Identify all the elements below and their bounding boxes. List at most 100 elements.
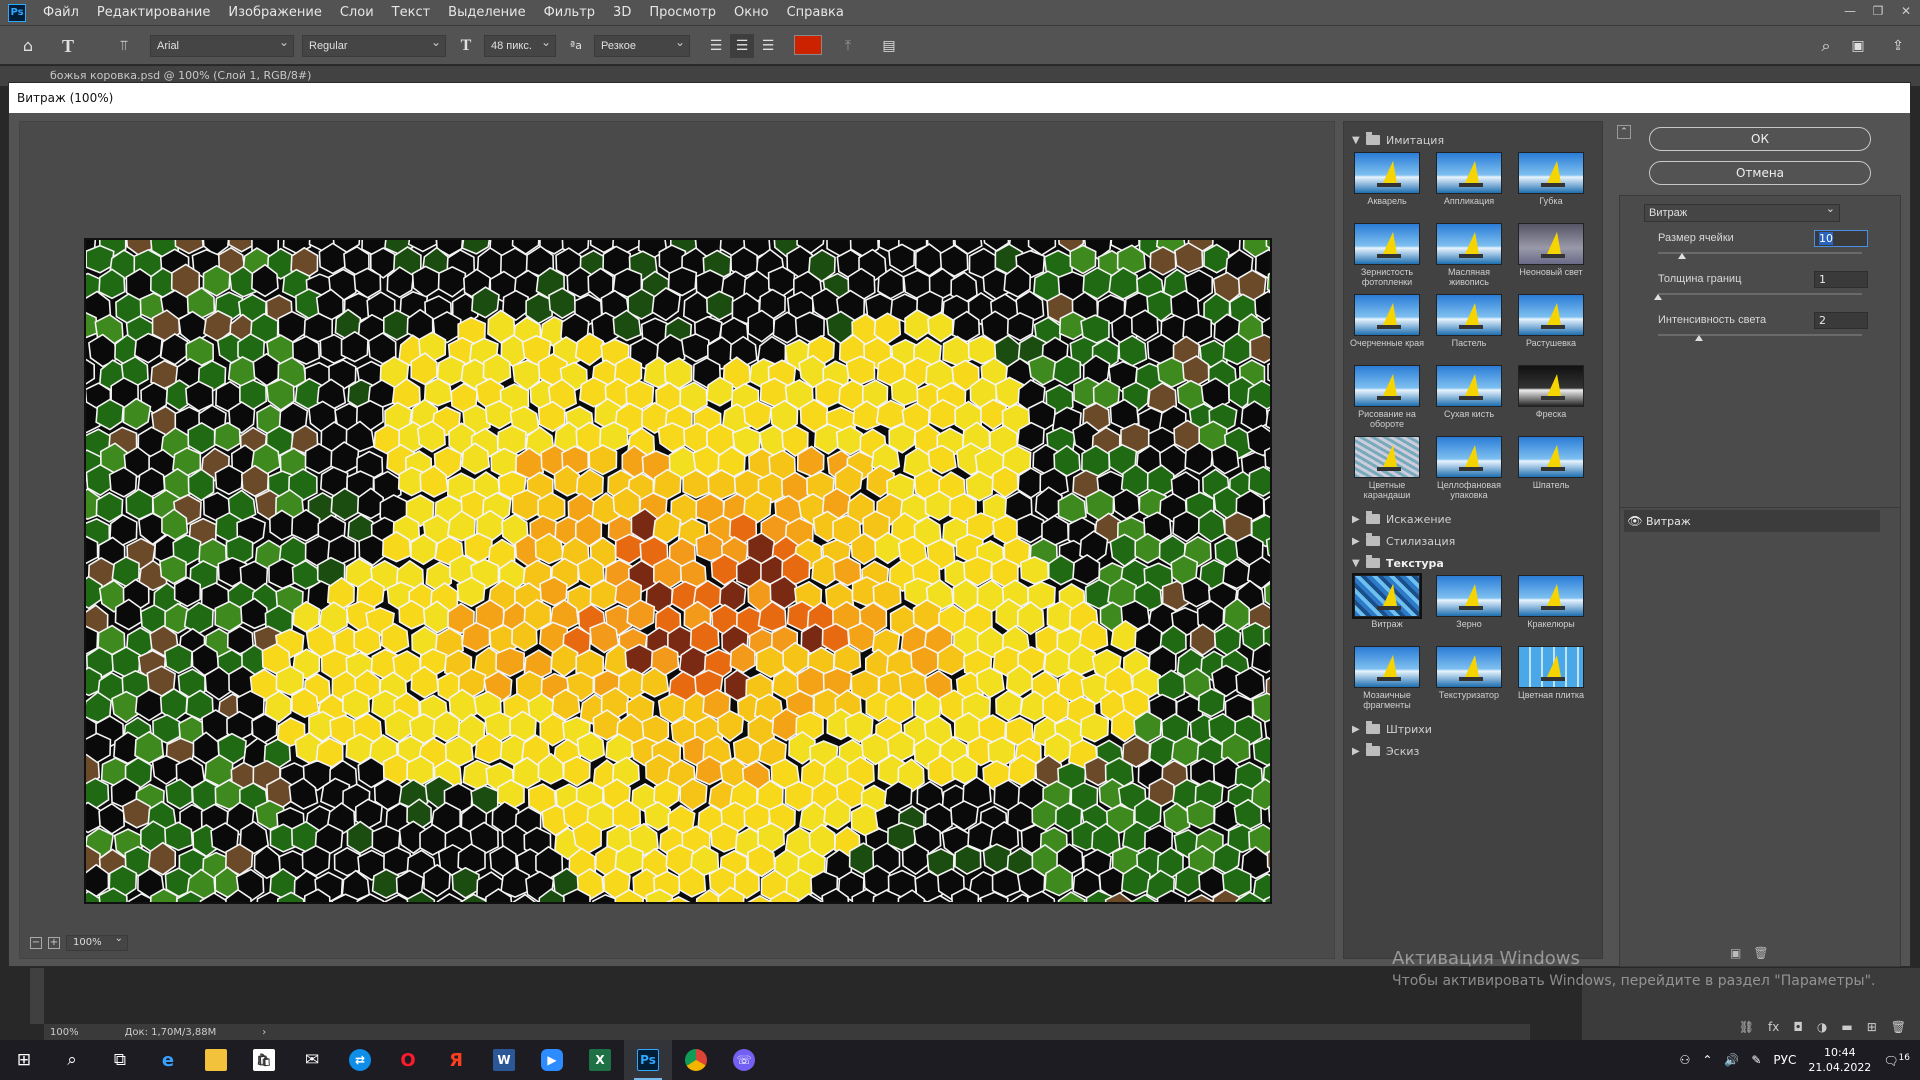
group-icon[interactable]: ▬ [1841,1020,1852,1034]
category-5[interactable]: ▶ Эскиз [1344,741,1594,761]
character-panel-icon[interactable]: ▤ [877,34,901,58]
text-color-swatch[interactable] [794,35,822,55]
restore-icon[interactable]: ❐ [1864,0,1892,25]
filter-thumb[interactable]: Мозаичные фрагменты [1346,646,1428,710]
filter-thumb[interactable]: Пастель [1428,294,1510,348]
excel-icon[interactable]: X [576,1040,624,1080]
menu-item-6[interactable]: Фильтр [535,0,604,25]
param-slider-knob[interactable] [1654,294,1662,300]
file-explorer-icon[interactable] [192,1040,240,1080]
workspace-icon[interactable]: ▣ [1846,34,1870,58]
document-tab[interactable]: божья коровка.psd @ 100% (Слой 1, RGB/8#… [50,69,311,82]
adjustment-icon[interactable]: ◑ [1817,1020,1827,1034]
filter-select[interactable]: Витраж [1644,201,1840,222]
filter-thumb[interactable]: Зернистость фотопленки [1346,223,1428,287]
param-value-input[interactable]: 10 [1814,230,1868,247]
trash-icon[interactable]: 🗑 [1891,1020,1906,1034]
share-icon[interactable]: ⇪ [1886,34,1910,58]
category-2[interactable]: ▶ Стилизация [1344,531,1594,551]
menu-item-4[interactable]: Текст [383,0,440,25]
triangle-right-icon[interactable]: ▶ [1352,514,1366,525]
param-slider-track[interactable] [1658,252,1862,254]
param-slider-knob[interactable] [1678,253,1687,259]
status-zoom[interactable]: 100% [50,1027,79,1038]
triangle-down-icon[interactable]: ▼ [1352,558,1366,569]
menu-item-0[interactable]: Файл [34,0,88,25]
mail-icon[interactable]: ✉ [288,1040,336,1080]
people-icon[interactable]: ⚇ [1680,1053,1691,1067]
font-style-select[interactable]: Regular [302,32,446,57]
filter-thumb[interactable]: Текстуризатор [1428,646,1510,700]
viber-icon[interactable]: ☏ [720,1040,768,1080]
menu-item-1[interactable]: Редактирование [88,0,219,25]
filter-thumb[interactable]: Неоновый свет [1510,223,1592,277]
language-indicator[interactable]: РУС [1773,1053,1796,1067]
menu-item-9[interactable]: Окно [725,0,778,25]
home-icon[interactable]: ⌂ [16,34,40,58]
filter-thumb[interactable]: Рисование на обороте [1346,365,1428,429]
font-size-select[interactable]: 48 пикс. [484,32,556,57]
category-3[interactable]: ▼ Текстура [1344,553,1594,573]
cancel-button[interactable]: Отмена [1649,161,1871,185]
zoom-app-icon[interactable]: ▶ [528,1040,576,1080]
filter-thumb[interactable]: Очерченные края [1346,294,1428,348]
minimize-icon[interactable]: — [1836,0,1864,25]
antialias-select[interactable]: Резкое [594,32,690,57]
edge-icon[interactable]: e [144,1040,192,1080]
collapse-icon[interactable]: ⌃ [1617,125,1631,139]
fx-icon[interactable]: fx [1768,1020,1779,1034]
triangle-right-icon[interactable]: ▶ [1352,746,1366,757]
store-icon[interactable]: 🛍 [240,1040,288,1080]
windows-start-icon[interactable]: ⊞ [0,1040,48,1080]
text-tool-icon[interactable]: T [56,34,80,58]
chevron-right-icon[interactable]: › [262,1027,266,1038]
filter-thumb[interactable]: Губка [1510,152,1592,206]
new-layer-icon[interactable]: ⊞ [1867,1020,1877,1034]
notification-icon[interactable]: 🗨16 [1883,1053,1910,1068]
category-4[interactable]: ▶ Штрихи [1344,719,1594,739]
align-right-icon[interactable]: ☰ [756,34,780,58]
align-center-icon[interactable]: ☰ [730,34,754,58]
link-icon[interactable]: ⛓ [1739,1020,1754,1034]
filter-thumb[interactable]: Кракелюры [1510,575,1592,629]
ok-button[interactable]: ОК [1649,127,1871,151]
opera-icon[interactable]: O [384,1040,432,1080]
menu-item-2[interactable]: Изображение [219,0,330,25]
word-icon[interactable]: W [480,1040,528,1080]
text-orientation-icon[interactable]: ⫪ [112,34,136,58]
filter-thumb[interactable]: Фреска [1510,365,1592,419]
menu-item-8[interactable]: Просмотр [640,0,725,25]
photoshop-taskbar-icon[interactable]: Ps [624,1040,672,1080]
search-icon[interactable]: ⌕ [1814,34,1838,58]
search-icon[interactable]: ⌕ [48,1040,96,1080]
eye-icon[interactable]: 👁 [1624,514,1646,528]
menu-item-3[interactable]: Слои [331,0,383,25]
category-0[interactable]: ▼ Имитация [1344,130,1594,150]
effect-layer-row[interactable]: 👁 Витраж [1624,510,1880,532]
preview-image[interactable] [84,238,1272,904]
teamviewer-icon[interactable]: ⇄ [336,1040,384,1080]
filter-thumb[interactable]: Цветная плитка [1510,646,1592,700]
clock[interactable]: 10:44 21.04.2022 [1808,1045,1871,1075]
zoom-select[interactable]: 100% [66,932,128,951]
font-family-select[interactable]: Arial [150,32,294,57]
filter-thumb[interactable]: Растушевка [1510,294,1592,348]
filter-thumb[interactable]: Акварель [1346,152,1428,206]
filter-thumb[interactable]: Витраж [1346,573,1428,629]
align-left-icon[interactable]: ☰ [704,34,728,58]
filter-thumb[interactable]: Аппликация [1428,152,1510,206]
filter-thumb[interactable]: Цветные карандаши [1346,436,1428,500]
param-slider-knob[interactable] [1694,335,1703,341]
pen-icon[interactable]: ✎ [1751,1053,1761,1067]
filter-thumb[interactable]: Масляная живопись [1428,223,1510,287]
filter-thumb[interactable]: Сухая кисть [1428,365,1510,419]
yandex-icon[interactable]: Я [432,1040,480,1080]
zoom-out-button[interactable]: − [30,937,42,949]
param-value-input[interactable]: 1 [1814,271,1868,288]
filter-thumb[interactable]: Зерно [1428,575,1510,629]
close-icon[interactable]: ✕ [1892,0,1920,25]
chrome-icon[interactable] [672,1040,720,1080]
zoom-in-button[interactable]: + [48,937,60,949]
menu-item-10[interactable]: Справка [778,0,853,25]
volume-icon[interactable]: 🔊 [1724,1053,1739,1067]
